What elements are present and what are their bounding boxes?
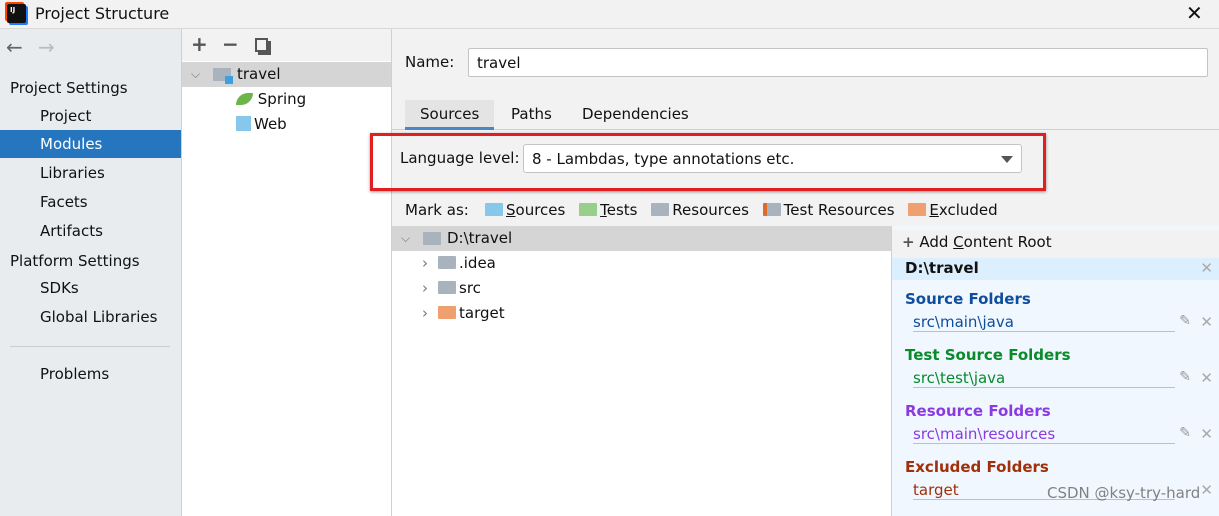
facet-label: Spring — [257, 90, 307, 108]
chevron-down-icon[interactable]: ⌵ — [191, 62, 200, 87]
plus-icon: + — [902, 233, 915, 251]
source-folder-path: src\main\java — [913, 313, 1175, 332]
window-title: Project Structure — [35, 4, 170, 23]
test-source-folder-path: src\test\java — [913, 369, 1175, 388]
name-value: travel — [477, 54, 521, 72]
tree-item-target[interactable]: › target — [422, 301, 505, 326]
content-roots-panel: + Add Content Root D:\travel ✕ Source Fo… — [892, 226, 1219, 516]
sources-folder-icon — [485, 203, 503, 216]
tab-paths[interactable]: Paths — [496, 100, 567, 130]
content-tree: ⌵ D:\travel › .idea › src › target — [392, 226, 892, 516]
sidebar-item-modules[interactable]: Modules — [0, 130, 181, 158]
mark-sources-button[interactable]: Sources — [485, 201, 565, 219]
mark-excluded-button[interactable]: Excluded — [908, 201, 998, 219]
content-root-header: D:\travel ✕ — [892, 258, 1219, 280]
chevron-right-icon[interactable]: › — [422, 279, 428, 297]
back-button[interactable]: ← — [6, 35, 23, 59]
folder-icon — [438, 256, 456, 269]
module-folder-icon — [213, 68, 233, 84]
folder-icon — [423, 232, 441, 245]
copy-icon[interactable] — [255, 38, 268, 52]
name-label: Name: — [405, 53, 455, 71]
forward-button[interactable]: → — [38, 35, 55, 59]
chevron-right-icon[interactable]: › — [422, 304, 428, 322]
mark-resources-button[interactable]: Resources — [651, 201, 749, 219]
tree-root[interactable]: ⌵ D:\travel — [392, 226, 891, 251]
spring-leaf-icon — [236, 93, 253, 105]
source-folders-heading: Source Folders — [905, 290, 1031, 308]
module-toolbar: + − — [182, 29, 391, 61]
facet-web[interactable]: Web — [236, 112, 287, 137]
sidebar-item-problems[interactable]: Problems — [0, 360, 181, 388]
test-resources-folder-icon — [762, 203, 781, 216]
tests-folder-icon — [579, 203, 598, 216]
web-icon — [236, 116, 251, 131]
remove-icon[interactable]: ✕ — [1200, 313, 1213, 331]
sidebar-item-artifacts[interactable]: Artifacts — [0, 217, 181, 245]
platform-settings-heading: Platform Settings — [10, 252, 140, 270]
module-list: + − ⌵ travel Spring Web — [182, 29, 392, 516]
excluded-folder-icon — [908, 203, 927, 216]
sidebar-item-facets[interactable]: Facets — [0, 188, 181, 216]
close-icon[interactable]: ✕ — [1186, 1, 1203, 25]
remove-module-button[interactable]: − — [222, 32, 239, 56]
resource-folder-path: src\main\resources — [913, 425, 1175, 444]
project-settings-heading: Project Settings — [10, 79, 128, 97]
facet-spring[interactable]: Spring — [236, 87, 306, 112]
remove-icon[interactable]: ✕ — [1200, 481, 1213, 499]
resources-folder-icon — [651, 203, 670, 216]
module-name: travel — [237, 65, 281, 83]
chevron-right-icon[interactable]: › — [422, 254, 428, 272]
divider — [10, 346, 170, 347]
remove-icon[interactable]: ✕ — [1200, 425, 1213, 443]
remove-root-icon[interactable]: ✕ — [1200, 259, 1213, 277]
facet-label: Web — [254, 115, 287, 133]
language-level-value: 8 - Lambdas, type annotations etc. — [532, 150, 795, 168]
watermark: CSDN @ksy-try-hard — [1047, 484, 1201, 502]
tab-sources[interactable]: Sources — [405, 100, 495, 130]
test-source-folders-heading: Test Source Folders — [905, 346, 1071, 364]
add-content-root-button[interactable]: + Add Content Root — [892, 230, 1219, 258]
remove-icon[interactable]: ✕ — [1200, 369, 1213, 387]
mark-tests-button[interactable]: Tests — [579, 201, 638, 219]
sidebar-item-global-libraries[interactable]: Global Libraries — [0, 303, 181, 331]
edit-icon[interactable]: ✎ — [1179, 425, 1191, 441]
intellij-logo-icon: IJ — [7, 4, 26, 23]
tree-root-label: D:\travel — [447, 229, 513, 247]
dropdown-arrow-icon — [1001, 156, 1013, 163]
sidebar-item-sdks[interactable]: SDKs — [0, 274, 181, 302]
module-travel[interactable]: ⌵ travel — [182, 62, 391, 87]
add-module-button[interactable]: + — [191, 32, 208, 56]
tab-dependencies[interactable]: Dependencies — [567, 100, 704, 130]
language-level-select[interactable]: 8 - Lambdas, type annotations etc. — [523, 144, 1022, 173]
title-bar: IJ Project Structure ✕ — [0, 0, 1219, 29]
content-root-path: D:\travel — [905, 259, 979, 277]
tree-item-idea[interactable]: › .idea — [422, 251, 496, 276]
edit-icon[interactable]: ✎ — [1179, 369, 1191, 385]
resource-folders-heading: Resource Folders — [905, 402, 1051, 420]
mark-as-label: Mark as: — [405, 201, 469, 219]
folder-icon — [438, 281, 456, 294]
language-level-label: Language level: — [400, 149, 520, 167]
edit-icon[interactable]: ✎ — [1179, 313, 1191, 329]
module-settings: Name: travel Sources Paths Dependencies … — [370, 29, 1219, 516]
name-field[interactable]: travel — [468, 48, 1208, 77]
mark-test-resources-button[interactable]: Test Resources — [762, 201, 895, 219]
sidebar: ← → Project Settings Project Modules Lib… — [0, 29, 182, 516]
chevron-down-icon[interactable]: ⌵ — [401, 226, 410, 251]
sidebar-item-libraries[interactable]: Libraries — [0, 159, 181, 187]
tree-item-src[interactable]: › src — [422, 276, 481, 301]
mark-as-bar: Sources Tests Resources Test Resources E… — [485, 201, 998, 219]
sidebar-item-project[interactable]: Project — [0, 102, 181, 130]
excluded-folder-icon — [438, 306, 456, 319]
excluded-folders-heading: Excluded Folders — [905, 458, 1049, 476]
